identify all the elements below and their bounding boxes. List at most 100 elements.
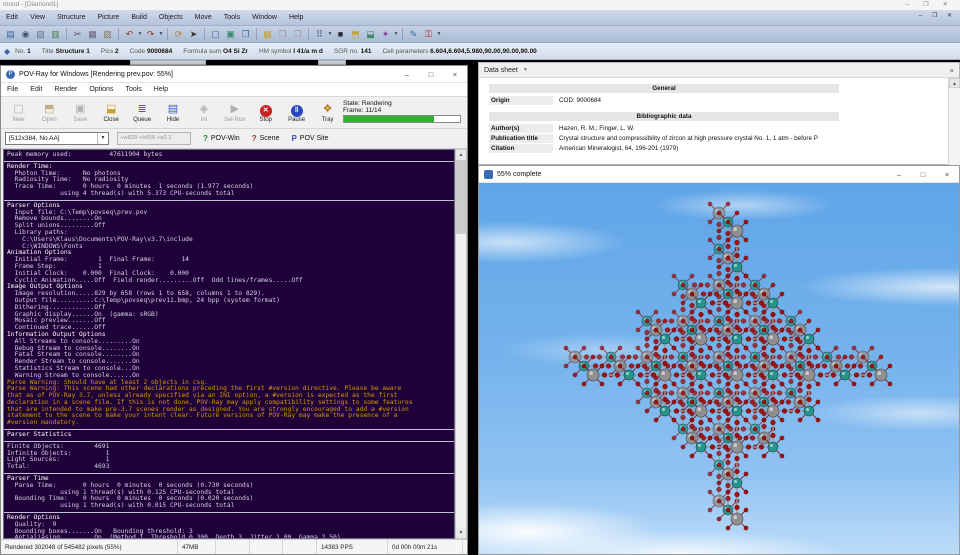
scroll-up-icon[interactable]: ▲ [456,150,466,160]
progress-fill [344,116,434,122]
layers-icon[interactable]: ⬓ [364,28,377,41]
redo-icon[interactable]: ↷ [144,28,157,41]
section-header-bibliographic-data: Bibliographic data [489,112,839,121]
close-button[interactable]: ⬓Close [96,99,127,128]
info-field-label: Title [42,48,56,55]
print-preview-icon[interactable]: ▧ [34,28,47,41]
stop-button[interactable]: ✕Stop [250,99,281,128]
pause-icon: ‖ [291,105,303,117]
link-pov-win[interactable]: ?POV-Win [203,134,240,143]
undo-icon[interactable]: ↶ [123,28,136,41]
console-line: using 1 thread(s) with 0.015 CPU-seconds… [7,503,454,510]
window-gray-icon[interactable]: ❒ [276,28,289,41]
povray-menu-tools[interactable]: Tools [119,86,147,93]
paste-icon[interactable]: ▨ [101,28,114,41]
console-scrollbar[interactable]: ▲ ▼ [455,149,467,539]
chevron-down-icon[interactable]: ▼ [523,67,528,73]
povray-menu-render[interactable]: Render [48,86,83,93]
toolbar-button-label: Sel-Run [219,117,250,123]
new-structure-window-icon[interactable]: ▢ [209,28,222,41]
povray-message-console[interactable]: Peak memory used: 47611904 bytesRender T… [3,149,455,539]
scroll-down-icon[interactable]: ▼ [456,528,466,538]
chevron-down-icon[interactable]: ▼ [158,31,164,37]
povray-menu-file[interactable]: File [1,86,24,93]
chevron-down-icon[interactable]: ▼ [327,31,333,37]
info-field-value: 9000684 [147,48,172,55]
povray-menu-options[interactable]: Options [83,86,119,93]
datasheet-title: Data sheet [484,67,518,74]
menu-item-tools[interactable]: Tools [218,14,246,21]
toolbar-button-label: New [3,117,34,123]
menu-item-window[interactable]: Window [246,14,283,21]
resolution-preset-dropdown[interactable]: [512x384, No AA] ▼ [5,132,109,145]
info-field-sgr-no-: SGR no. 141 [334,48,372,55]
menu-item-edit[interactable]: Edit [0,14,24,21]
chevron-down-icon[interactable]: ▼ [393,31,399,37]
render-image [479,183,959,554]
povray-window-controls[interactable]: –□× [395,66,467,83]
chevron-down-icon[interactable]: ▼ [436,31,442,37]
menu-item-view[interactable]: View [24,14,51,21]
atom-grid-icon[interactable]: ⠿ [313,28,326,41]
row-value: COD: 9000684 [553,96,945,105]
menu-item-help[interactable]: Help [283,14,309,21]
scrollbar-thumb[interactable] [456,160,466,234]
tray-button[interactable]: ❖Tray [312,99,343,128]
pointer-icon[interactable]: ➤ [187,28,200,41]
new-picture-window-icon[interactable]: ▣ [224,28,237,41]
info-field-title: Title Structure 1 [42,48,90,55]
queue-button[interactable]: ≣Queue [127,99,158,128]
menu-item-picture[interactable]: Picture [92,14,126,21]
datasheet-row: Author(s)Hazen, R. M.; Finger, L. W. [489,124,949,133]
maximize-icon[interactable]: □ [419,66,443,83]
link-scene[interactable]: ?Scene [252,134,280,143]
ini-button: ◈Ini [188,99,219,128]
window-gray2-icon[interactable]: ❒ [291,28,304,41]
copy-icon[interactable]: ▦ [86,28,99,41]
pause-button[interactable]: ‖Pause [281,99,312,128]
status-cell [216,540,250,554]
hide-button[interactable]: ▤Hide [158,99,189,128]
menu-item-objects[interactable]: Objects [153,14,189,21]
minimize-icon[interactable]: – [887,166,911,183]
toolbar-separator [167,28,168,40]
datasheet-scrollbar[interactable]: ▲ [948,78,960,166]
save-icon[interactable]: ▤ [4,28,17,41]
datasheet-panel: Data sheet ▼ × GeneralOriginCOD: 9000684… [478,62,960,165]
link-label: Scene [260,135,280,142]
table-icon[interactable]: ▦ [261,28,274,41]
chevron-down-icon[interactable]: ▼ [137,31,143,37]
close-icon[interactable]: × [443,66,467,83]
find-icon[interactable]: ◉ [19,28,32,41]
menu-item-build[interactable]: Build [125,14,153,21]
diamond-mdi-controls[interactable]: – ❐ ✕ [919,12,956,19]
menu-item-move[interactable]: Move [189,14,218,21]
render-window-controls[interactable]: –□× [887,166,959,183]
diamond-window-controls[interactable]: – ❐ ✕ [905,0,954,10]
minimize-icon[interactable]: – [395,66,419,83]
maximize-icon[interactable]: □ [911,166,935,183]
print-icon[interactable]: ▥ [49,28,62,41]
pencil-icon[interactable]: ✎ [407,28,420,41]
build-icon[interactable]: ✦ [379,28,392,41]
status-cell [250,540,283,554]
refresh-icon[interactable]: ⟳ [172,28,185,41]
scroll-up-icon[interactable]: ▲ [949,78,960,88]
povray-menu-edit[interactable]: Edit [24,86,48,93]
info-field-formula-sum: Formula sum O4 Si Zr [183,48,248,55]
new-button: ▢New [3,99,34,128]
link-pov-site[interactable]: PPOV Site [291,134,328,143]
cut-icon[interactable]: ✂ [71,28,84,41]
screen-icon[interactable]: ■ [334,28,347,41]
close-icon[interactable]: × [950,66,954,75]
povray-menu-help[interactable]: Help [148,86,174,93]
povray-window-title: POV-Ray for Windows [Rendering prev.pov:… [19,71,173,78]
datasheet-row: OriginCOD: 9000684 [489,96,949,105]
info-field-label: No. [15,48,27,55]
command-line-field[interactable]: +w829 +h658 +a0.3 [117,132,191,145]
close-icon[interactable]: × [935,166,959,183]
key-icon[interactable]: ⚿ [422,28,435,41]
menu-item-structure[interactable]: Structure [51,14,91,21]
folder-icon[interactable]: ⬒ [349,28,362,41]
duplicate-window-icon[interactable]: ❐ [239,28,252,41]
